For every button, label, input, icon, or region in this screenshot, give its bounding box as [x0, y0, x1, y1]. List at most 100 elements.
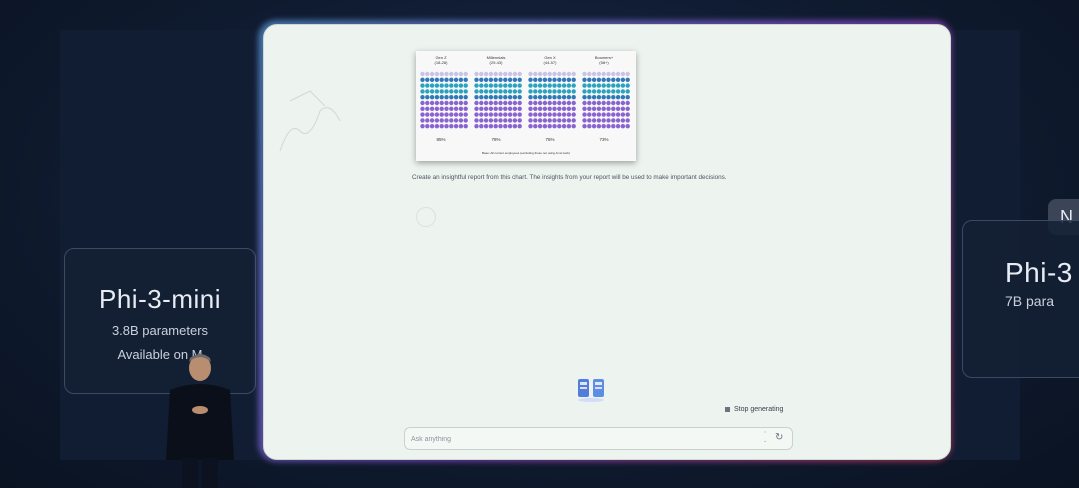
chart-dot [552, 100, 557, 106]
chart-dot [547, 89, 552, 94]
chart-dot [620, 100, 626, 106]
chart-dot [517, 71, 522, 77]
chart-dot [606, 106, 611, 111]
chart-dot [507, 112, 513, 117]
chart-dot [625, 124, 630, 129]
chart-dot [453, 77, 459, 82]
chart-dot [557, 95, 562, 100]
chart-dot [542, 71, 548, 77]
chart-dot [483, 77, 489, 82]
chart-dot [561, 112, 567, 117]
chart-dot [488, 100, 494, 106]
chart-dot [449, 77, 454, 82]
chart-dot [557, 106, 562, 111]
chart-dot [444, 124, 449, 129]
chart-dot [625, 112, 630, 117]
chart-dot [537, 95, 543, 100]
chart-dot [587, 95, 592, 100]
chart-dot [557, 112, 562, 117]
chart-dot [552, 112, 557, 117]
chart-dot [547, 118, 552, 123]
chart-dot [561, 124, 567, 129]
chart-dot [566, 95, 572, 100]
chart-dot [493, 89, 498, 94]
chart-dot [547, 124, 552, 129]
chart-dot [453, 95, 459, 100]
chart-dot [498, 77, 503, 82]
chart-dot [498, 83, 503, 88]
chart-dot [542, 89, 548, 94]
chart-dot [596, 100, 602, 106]
chart-dot [449, 71, 454, 77]
chart-dot [596, 95, 602, 100]
chart-dot [587, 71, 592, 77]
chart-dot [547, 106, 552, 111]
chart-dot [625, 71, 630, 77]
chart-dot [498, 112, 503, 117]
chart-dot [434, 95, 440, 100]
chart-dot [587, 83, 592, 88]
chart-dot [434, 112, 440, 117]
chart-dot [561, 100, 567, 106]
chart-dot [463, 124, 468, 129]
chart-dot [458, 100, 464, 106]
chart-dot [512, 95, 518, 100]
chart-dot [547, 112, 552, 117]
chart-dot [625, 106, 630, 111]
chart-dot [591, 100, 597, 106]
chat-input-bar[interactable]: ⌃⌄ ↻ [404, 427, 793, 450]
chart-dot [434, 83, 440, 88]
chart-dot [611, 71, 616, 77]
chart-dot [557, 100, 562, 106]
chart-dot [507, 106, 513, 111]
chart-dot [425, 77, 430, 82]
chart-dot [596, 83, 602, 88]
stop-generating-button[interactable]: Stop generating [725, 406, 783, 413]
chart-dot [561, 77, 567, 82]
chart-dot [498, 95, 503, 100]
chart-dot [517, 89, 522, 94]
ask-input[interactable] [409, 430, 743, 448]
chart-dot [537, 112, 543, 117]
chart-dot [566, 83, 572, 88]
chart-dot [571, 83, 576, 88]
chart-dot [620, 95, 626, 100]
chart-dot [566, 77, 572, 82]
chart-dot [537, 100, 543, 106]
chart-dot [434, 89, 440, 94]
chart-dot [557, 118, 562, 123]
chart-dot [547, 95, 552, 100]
chart-group-label: Gen X (44-57) [543, 55, 557, 65]
chart-dot [620, 89, 626, 94]
chart-dot [429, 124, 435, 129]
chart-dot [620, 118, 626, 123]
chart-dot [528, 100, 533, 106]
chart-dot [547, 83, 552, 88]
chart-dot-matrix [420, 71, 630, 129]
chart-dot [533, 95, 538, 100]
chart-dot [483, 112, 489, 117]
chart-dot [439, 100, 444, 106]
attached-chart-image[interactable]: Gen Z (18-28) Millennials (29-43) Gen X (44… [416, 51, 636, 161]
chart-dot [420, 77, 425, 82]
chart-dot [444, 106, 449, 111]
chart-dot [488, 124, 494, 129]
chart-percent-label: 73% [599, 137, 609, 142]
chart-dot [591, 106, 597, 111]
chart-dot [444, 100, 449, 106]
chart-dot [479, 112, 484, 117]
chart-dot [458, 89, 464, 94]
chart-dot [542, 100, 548, 106]
chart-dot [474, 124, 479, 129]
chart-dot [479, 100, 484, 106]
chevron-up-down-icon[interactable]: ⌃ ⌄ [763, 431, 767, 445]
chart-dot [591, 89, 597, 94]
chart-dot [479, 71, 484, 77]
send-icon[interactable]: ↻ [775, 432, 783, 443]
chart-dot [601, 83, 606, 88]
chart-dot [439, 89, 444, 94]
chart-dot [557, 89, 562, 94]
chart-dot [528, 118, 533, 123]
chart-dot [606, 112, 611, 117]
chart-dot [533, 100, 538, 106]
